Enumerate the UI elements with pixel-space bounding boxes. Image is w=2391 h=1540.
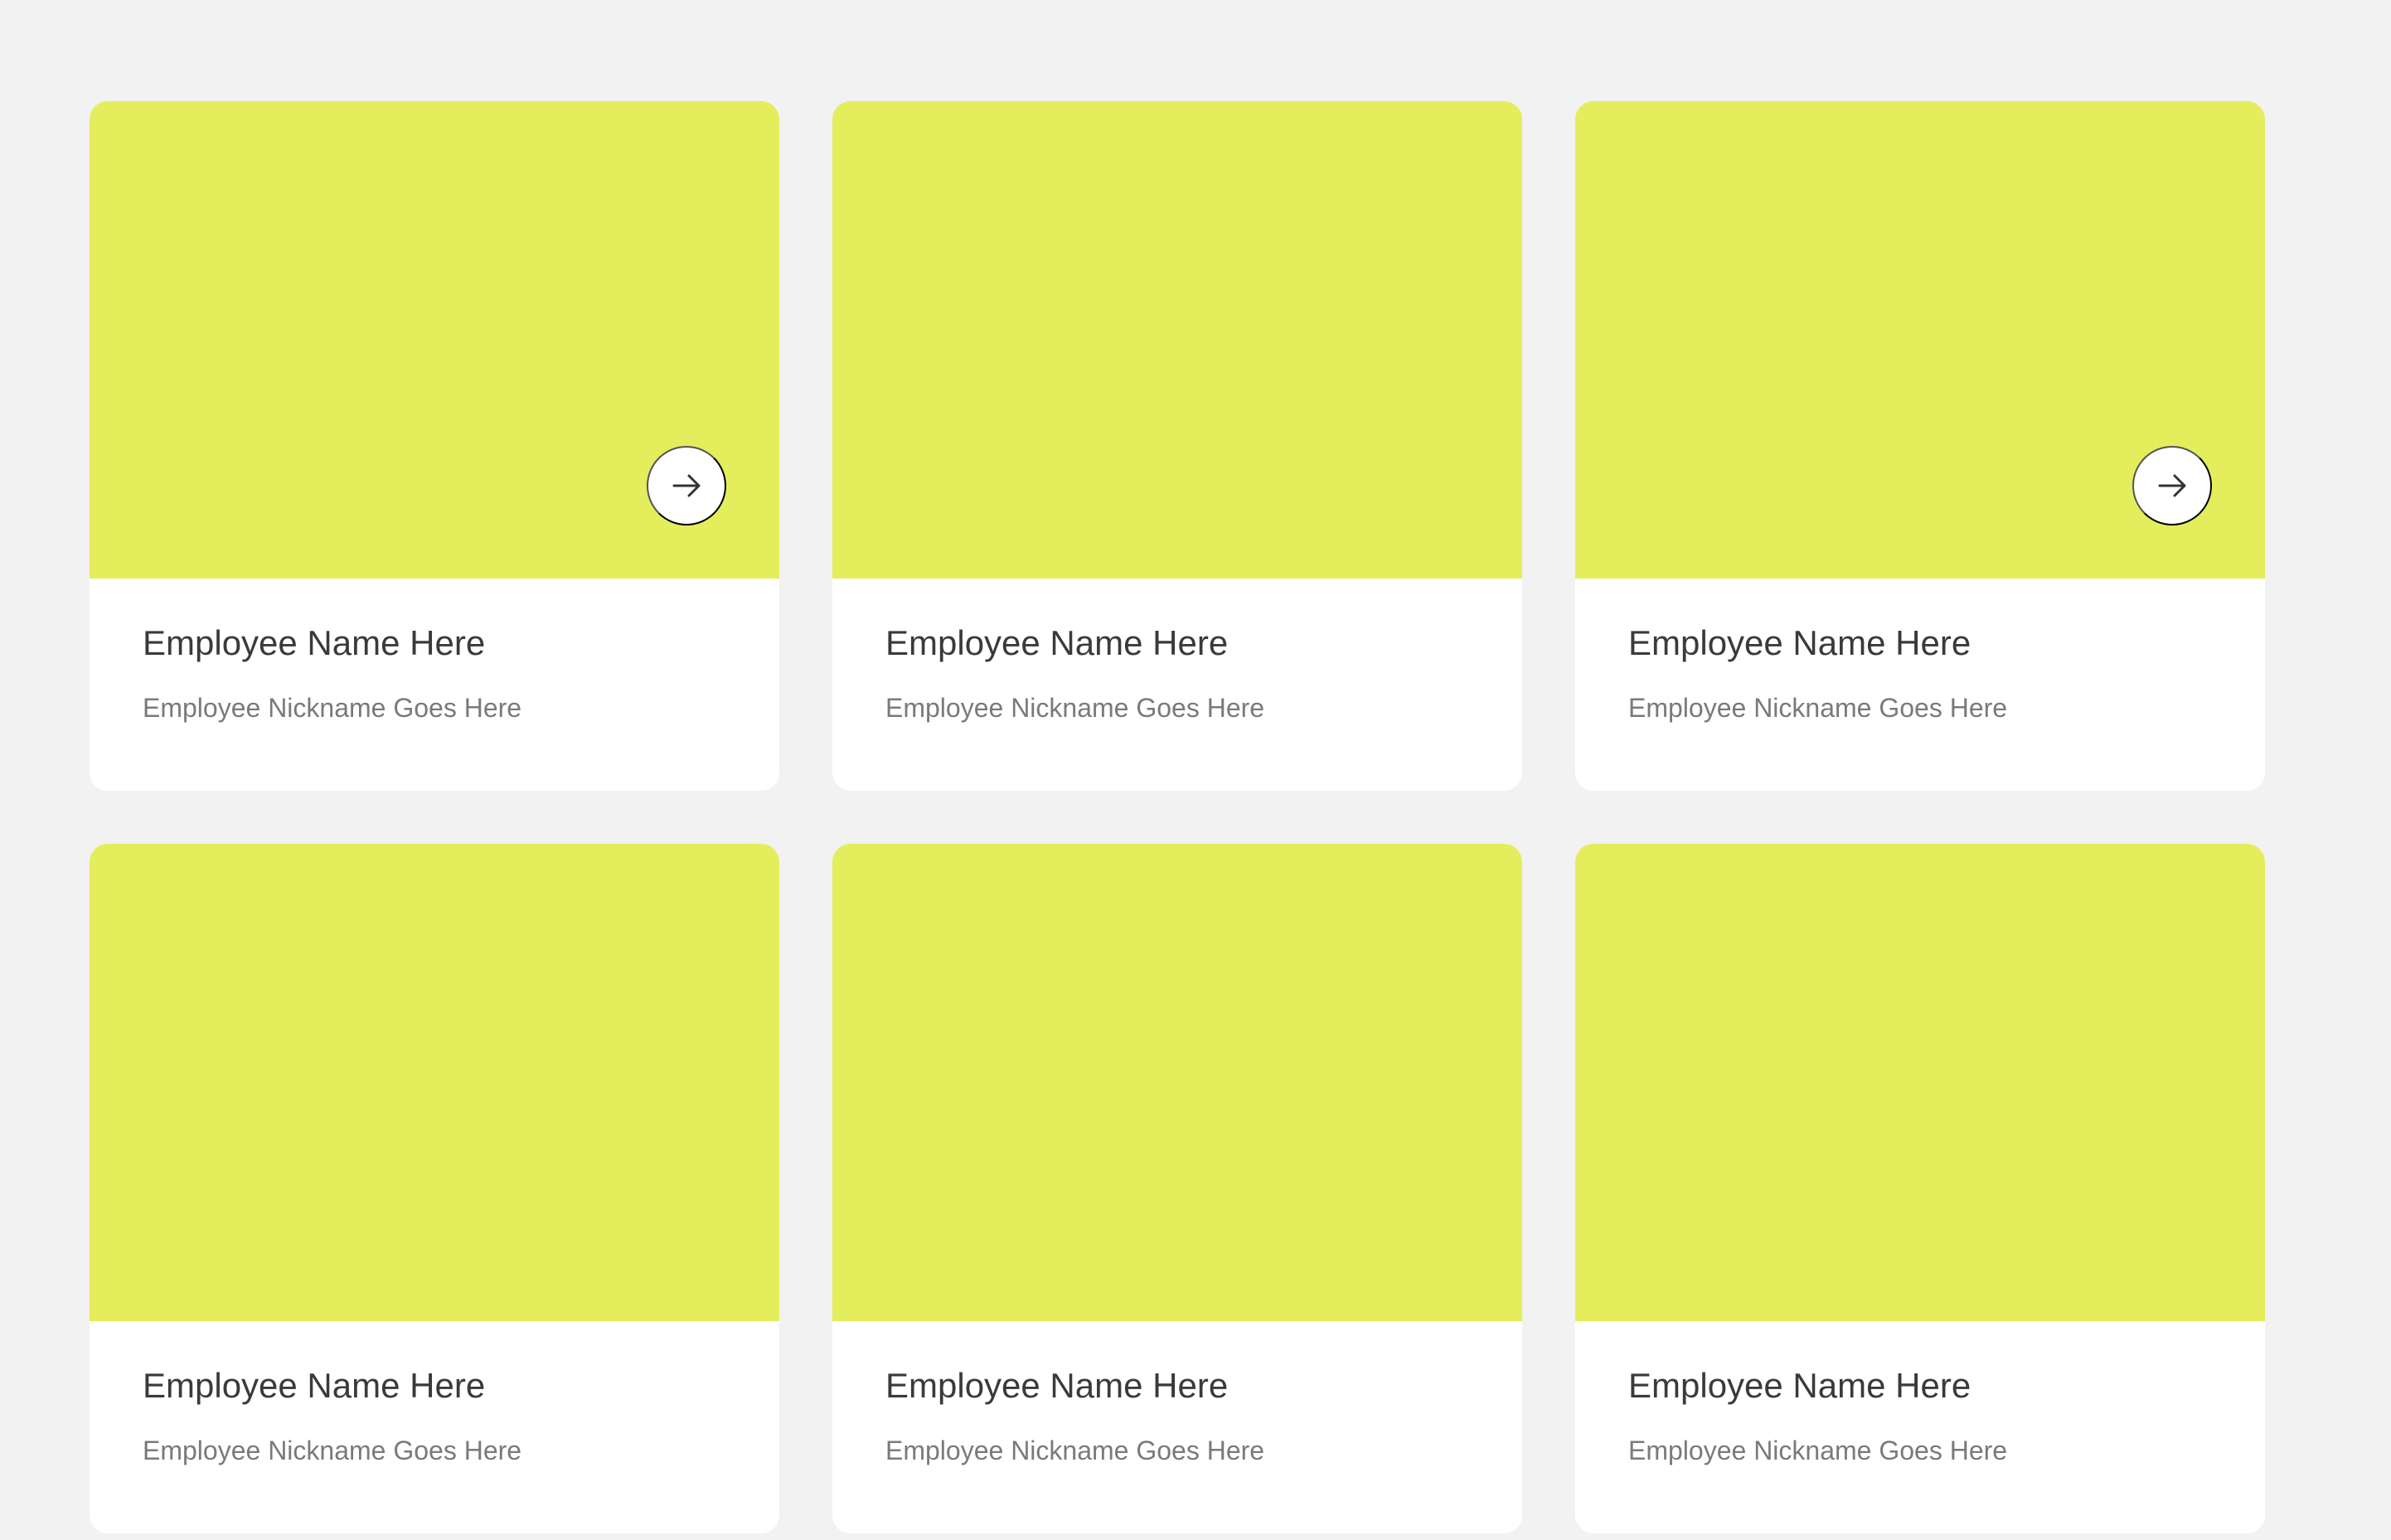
employee-name: Employee Name Here bbox=[885, 623, 1229, 662]
employee-card[interactable]: Employee Name Here Employee Nickname Goe… bbox=[1575, 101, 2265, 791]
employee-card[interactable]: Employee Name Here Employee Nickname Goe… bbox=[90, 101, 779, 791]
employee-photo-placeholder bbox=[832, 101, 1522, 579]
employee-card-body: Employee Name Here Employee Nickname Goe… bbox=[90, 1321, 779, 1533]
employee-name: Employee Name Here bbox=[143, 623, 486, 662]
employee-photo-placeholder bbox=[1575, 101, 2265, 579]
employee-name: Employee Name Here bbox=[1628, 623, 1971, 662]
employee-nickname: Employee Nickname Goes Here bbox=[143, 693, 522, 723]
employee-card-body: Employee Name Here Employee Nickname Goe… bbox=[1575, 1321, 2265, 1533]
employee-card[interactable]: Employee Name Here Employee Nickname Goe… bbox=[832, 101, 1522, 791]
employee-card-body: Employee Name Here Employee Nickname Goe… bbox=[90, 579, 779, 791]
employee-card[interactable]: Employee Name Here Employee Nickname Goe… bbox=[1575, 844, 2265, 1533]
employee-name: Employee Name Here bbox=[143, 1366, 486, 1405]
employee-name: Employee Name Here bbox=[1628, 1366, 1971, 1405]
open-profile-button[interactable] bbox=[647, 446, 726, 525]
employee-card-body: Employee Name Here Employee Nickname Goe… bbox=[832, 579, 1522, 791]
employee-card-grid: Employee Name Here Employee Nickname Goe… bbox=[90, 101, 2265, 1533]
employee-card[interactable]: Employee Name Here Employee Nickname Goe… bbox=[832, 844, 1522, 1533]
employee-card-body: Employee Name Here Employee Nickname Goe… bbox=[832, 1321, 1522, 1533]
employee-photo-placeholder bbox=[90, 101, 779, 579]
open-profile-button[interactable] bbox=[2132, 446, 2212, 525]
employee-nickname: Employee Nickname Goes Here bbox=[1628, 1436, 2008, 1465]
employee-nickname: Employee Nickname Goes Here bbox=[1628, 693, 2008, 723]
employee-photo-placeholder bbox=[832, 844, 1522, 1321]
employee-photo-placeholder bbox=[1575, 844, 2265, 1321]
employee-card-body: Employee Name Here Employee Nickname Goe… bbox=[1575, 579, 2265, 791]
employee-nickname: Employee Nickname Goes Here bbox=[885, 1436, 1265, 1465]
employee-photo-placeholder bbox=[90, 844, 779, 1321]
employee-nickname: Employee Nickname Goes Here bbox=[885, 693, 1265, 723]
employee-card[interactable]: Employee Name Here Employee Nickname Goe… bbox=[90, 844, 779, 1533]
arrow-right-icon bbox=[664, 463, 709, 508]
employee-nickname: Employee Nickname Goes Here bbox=[143, 1436, 522, 1465]
employee-name: Employee Name Here bbox=[885, 1366, 1229, 1405]
arrow-right-icon bbox=[2150, 463, 2195, 508]
